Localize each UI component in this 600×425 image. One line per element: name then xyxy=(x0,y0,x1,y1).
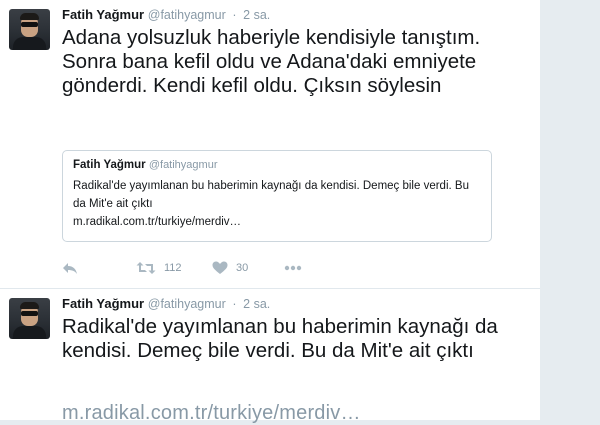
avatar-body xyxy=(13,326,46,339)
more-button[interactable] xyxy=(284,258,302,278)
like-count: 30 xyxy=(236,262,249,274)
tweet-time[interactable]: 2 sa. xyxy=(243,8,270,22)
avatar[interactable] xyxy=(9,9,50,50)
tweet-time[interactable]: 2 sa. xyxy=(243,297,270,311)
sidebar-background xyxy=(540,0,600,420)
more-icon xyxy=(284,265,302,271)
quoted-tweet-text: Radikal'de yayımlanan bu haberimin kayna… xyxy=(73,180,469,210)
quoted-tweet-header: Fatih Yağmur @fatihyagmur xyxy=(73,159,481,171)
tweet[interactable]: Fatih Yağmur @fatihyagmur · 2 sa. Adana … xyxy=(0,0,540,289)
quoted-tweet[interactable]: Fatih Yağmur @fatihyagmur Radikal'de yay… xyxy=(62,150,492,242)
avatar[interactable] xyxy=(9,298,50,339)
like-button[interactable]: 30 xyxy=(212,258,248,278)
author-handle[interactable]: @fatihyagmur xyxy=(148,297,226,311)
quoted-author-handle: @fatihyagmur xyxy=(148,159,218,171)
avatar-body xyxy=(13,37,46,50)
quoted-tweet-link[interactable]: m.radikal.com.tr/turkiye/merdiv… xyxy=(73,213,481,231)
separator: · xyxy=(232,297,237,311)
quoted-author-name: Fatih Yağmur xyxy=(73,159,146,171)
tweet[interactable]: Fatih Yağmur @fatihyagmur · 2 sa. Radika… xyxy=(0,289,540,420)
heart-icon xyxy=(212,261,228,274)
tweet-header: Fatih Yağmur @fatihyagmur · 2 sa. xyxy=(62,7,270,22)
reply-icon xyxy=(63,263,77,274)
separator: · xyxy=(232,8,237,22)
avatar-glasses xyxy=(21,22,38,27)
retweet-count: 112 xyxy=(164,262,182,274)
retweet-button[interactable]: 112 xyxy=(136,258,182,278)
retweet-icon xyxy=(136,262,156,274)
avatar-hair xyxy=(20,13,39,20)
tweet-actions: 112 30 xyxy=(62,258,362,278)
tweet-text: Adana yolsuzluk haberiyle kendisiyle tan… xyxy=(62,26,481,97)
author-name[interactable]: Fatih Yağmur xyxy=(62,7,144,22)
tweet-header: Fatih Yağmur @fatihyagmur · 2 sa. xyxy=(62,296,270,311)
tweet-text: Radikal'de yayımlanan bu haberimin kayna… xyxy=(62,315,498,362)
author-handle[interactable]: @fatihyagmur xyxy=(148,8,226,22)
avatar-hair xyxy=(20,302,39,309)
tweet-link[interactable]: m.radikal.com.tr/turkiye/merdiv… xyxy=(62,402,361,425)
reply-button[interactable] xyxy=(62,258,78,278)
timeline: Fatih Yağmur @fatihyagmur · 2 sa. Adana … xyxy=(0,0,540,424)
author-name[interactable]: Fatih Yağmur xyxy=(62,296,144,311)
avatar-glasses xyxy=(21,311,38,316)
